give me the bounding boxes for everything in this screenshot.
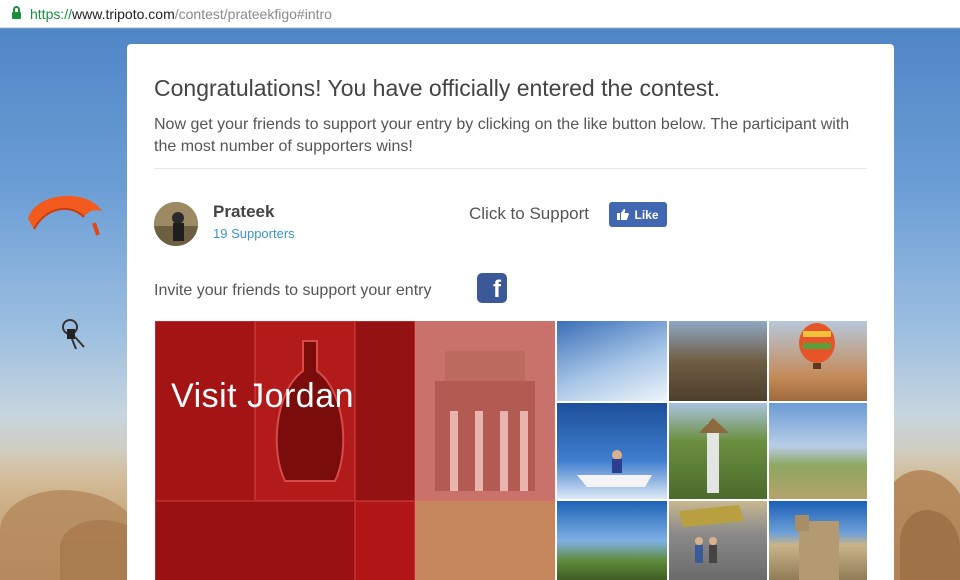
url-path: /contest/prateekfigo#intro [174, 5, 332, 22]
paraglider-pilot [62, 319, 85, 350]
like-label: Like [634, 207, 659, 222]
supporters-count[interactable]: 19 Supporters [213, 226, 295, 241]
photo-tile[interactable] [769, 403, 867, 499]
photo-tile[interactable] [669, 501, 767, 580]
photo-tile[interactable] [557, 403, 667, 499]
divider [154, 168, 867, 169]
photo-tile[interactable] [557, 321, 667, 401]
lock-icon [12, 5, 21, 21]
contest-description: Now get your friends to support your ent… [154, 116, 850, 155]
participant-name[interactable]: Prateek [213, 202, 274, 222]
photo-tile[interactable] [669, 403, 767, 499]
support-label: Click to Support [469, 204, 589, 223]
page-title: Congratulations! You have officially ent… [154, 75, 721, 101]
banner-title: Visit Jordan [171, 377, 355, 415]
address-bar[interactable]: https:// www.tripoto.com /contest/pratee… [0, 0, 960, 28]
contest-card: Congratulations! You have officially ent… [127, 44, 894, 580]
photo-tile[interactable] [557, 501, 667, 580]
photo-tile[interactable] [769, 321, 867, 401]
facebook-icon[interactable]: f [477, 273, 507, 303]
invite-label: Invite your friends to support your entr… [154, 282, 432, 299]
like-button[interactable]: Like [609, 202, 667, 227]
photo-tile[interactable] [669, 321, 767, 401]
thumbs-up-icon [617, 209, 630, 220]
avatar[interactable] [154, 202, 198, 246]
photo-tile[interactable] [769, 501, 867, 580]
paraglider-wing [28, 195, 102, 236]
photo-grid [557, 321, 867, 580]
url-domain: www.tripoto.com [72, 5, 175, 22]
url-scheme: https:// [30, 5, 73, 22]
banner-image[interactable]: Visit Jordan [155, 321, 555, 580]
